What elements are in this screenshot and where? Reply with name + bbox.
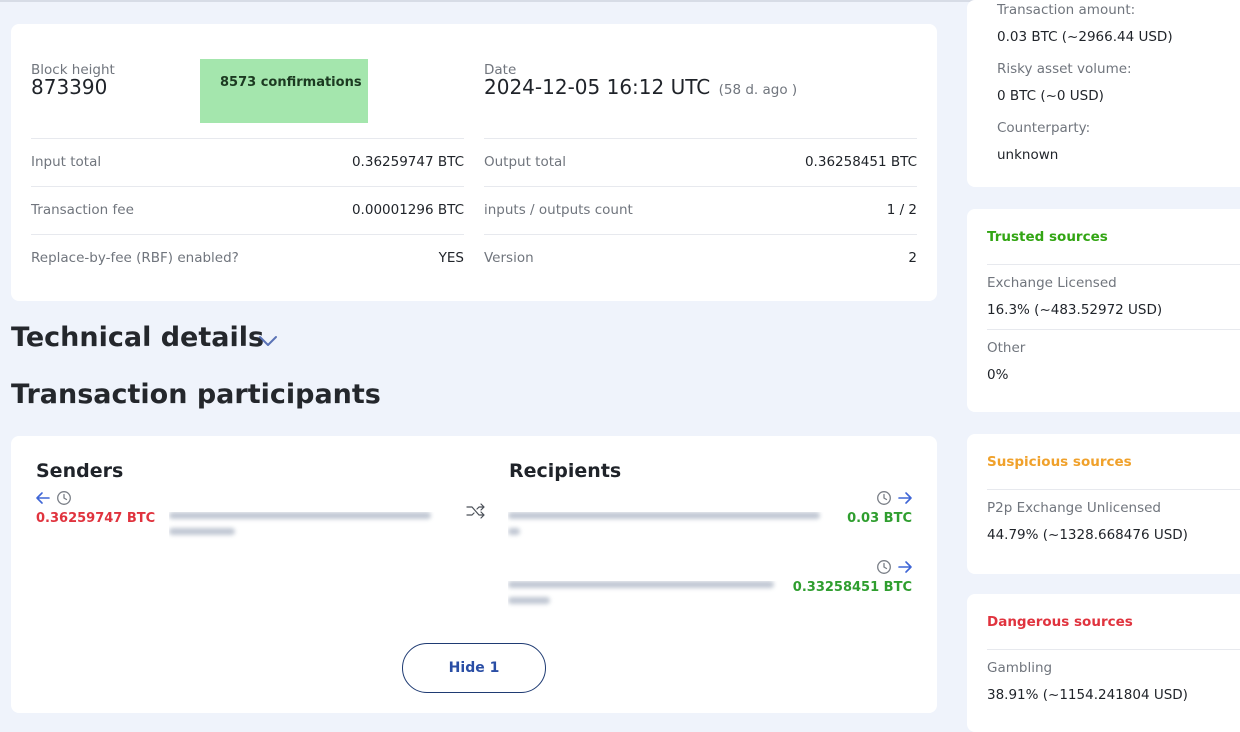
source-value: 0% [987, 367, 1009, 383]
hide-button[interactable]: Hide 1 [402, 643, 546, 693]
source-value: 38.91% (~1154.241804 USD) [987, 687, 1188, 703]
risk-summary-panel: Transaction amount: 0.03 BTC (~2966.44 U… [967, 0, 1240, 187]
counterparty-label: Counterparty: [997, 120, 1091, 136]
divider [987, 264, 1240, 265]
source-name: Gambling [987, 660, 1053, 676]
clock-icon [57, 491, 71, 505]
trusted-sources-title: Trusted sources [987, 229, 1108, 245]
source-name: Other [987, 340, 1026, 356]
inputs-outputs-count-row: inputs / outputs count 1 / 2 [484, 186, 917, 234]
row-value: 0.36259747 BTC [351, 154, 464, 170]
transaction-amount-label: Transaction amount: [997, 2, 1136, 18]
risky-volume-label: Risky asset volume: [997, 61, 1132, 77]
recipient-amount: 0.33258451 BTC [792, 580, 912, 595]
block-height-value: 873390 [31, 75, 108, 99]
dangerous-sources-title: Dangerous sources [987, 614, 1133, 630]
counterparty-value: unknown [997, 147, 1059, 163]
row-value: 1 / 2 [886, 202, 917, 218]
transaction-summary-card: Block height 873390 8573 confirmations D… [11, 24, 937, 301]
row-value: 0.00001296 BTC [351, 202, 464, 218]
suspicious-sources-title: Suspicious sources [987, 454, 1132, 470]
arrow-right-icon [898, 561, 912, 573]
transaction-amount-value: 0.03 BTC (~2966.44 USD) [997, 29, 1173, 45]
dangerous-sources-panel: Dangerous sources Gambling 38.91% (~1154… [967, 594, 1240, 732]
row-label: Input total [31, 154, 102, 170]
transaction-participants-title: Transaction participants [11, 379, 381, 410]
rbf-row: Replace-by-fee (RBF) enabled? YES [31, 234, 464, 282]
trusted-sources-panel: Trusted sources Exchange Licensed 16.3% … [967, 209, 1240, 412]
source-value: 16.3% (~483.52972 USD) [987, 302, 1163, 318]
confirmations-text: 8573 confirmations [220, 75, 362, 90]
output-total-row: Output total 0.36258451 BTC [484, 138, 917, 186]
recipients-title: Recipients [509, 460, 622, 482]
divider [987, 649, 1240, 650]
sender-amount: 0.36259747 BTC [36, 511, 156, 526]
date-value: 2024-12-05 16:12 UTC (58 d. ago ) [484, 75, 797, 99]
recipient-address-blurred[interactable] [508, 581, 778, 617]
transaction-fee-row: Transaction fee 0.00001296 BTC [31, 186, 464, 234]
row-value: 0.36258451 BTC [804, 154, 917, 170]
participants-card: Senders Recipients 0.36259747 BTC 0.03 B… [11, 436, 937, 713]
row-label: Replace-by-fee (RBF) enabled? [31, 250, 239, 266]
row-value: 2 [908, 250, 917, 266]
row-label: Transaction fee [31, 202, 134, 218]
source-name: P2p Exchange Unlicensed [987, 500, 1161, 516]
row-label: Output total [484, 154, 567, 170]
date-ago: (58 d. ago ) [718, 82, 798, 98]
row-label: inputs / outputs count [484, 202, 633, 218]
divider [987, 489, 1240, 490]
row-label: Version [484, 250, 534, 266]
source-value: 44.79% (~1328.668476 USD) [987, 527, 1188, 543]
source-name: Exchange Licensed [987, 275, 1117, 291]
senders-title: Senders [36, 460, 124, 482]
recipient-address-blurred[interactable] [508, 512, 824, 548]
clock-icon [877, 491, 891, 505]
input-total-row: Input total 0.36259747 BTC [31, 138, 464, 186]
recipient-amount: 0.03 BTC [847, 511, 912, 526]
sender-address-blurred[interactable] [169, 512, 435, 548]
chevron-down-icon[interactable] [258, 334, 278, 348]
row-value: YES [438, 250, 464, 266]
suspicious-sources-panel: Suspicious sources P2p Exchange Unlicens… [967, 434, 1240, 574]
confirmations-badge: 8573 confirmations [200, 59, 368, 123]
risky-volume-value: 0 BTC (~0 USD) [997, 88, 1104, 104]
date-text: 2024-12-05 16:12 UTC [484, 75, 711, 99]
version-row: Version 2 [484, 234, 917, 282]
arrow-left-icon [36, 492, 50, 504]
clock-icon [877, 560, 891, 574]
technical-details-toggle[interactable]: Technical details [11, 322, 264, 353]
divider [987, 329, 1240, 330]
arrow-right-icon [898, 492, 912, 504]
shuffle-icon [466, 503, 485, 519]
